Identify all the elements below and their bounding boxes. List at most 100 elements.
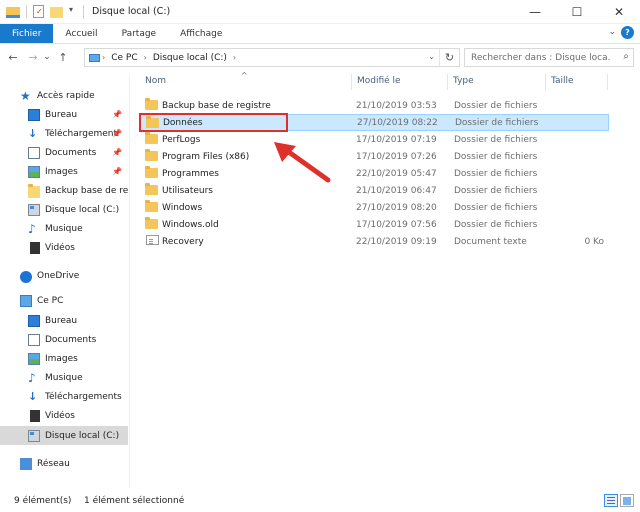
list-item[interactable]: Recovery 22/10/2019 09:19 Document texte… [139, 233, 609, 250]
search-input[interactable] [471, 52, 611, 63]
music-icon: ♪ [28, 370, 36, 385]
sidebar-item-pc-disque-local[interactable]: Disque local (C:) [0, 426, 128, 445]
column-header-name[interactable]: Nom [139, 76, 166, 90]
window-title: Disque local (C:) [92, 6, 171, 17]
list-item[interactable]: PerfLogs 17/10/2019 07:19 Dossier de fic… [139, 131, 609, 148]
list-item[interactable]: Program Files (x86) 17/10/2019 07:26 Dos… [139, 148, 609, 165]
back-button[interactable]: ← [4, 48, 22, 66]
sidebar-item-disque-local[interactable]: Disque local (C:) [0, 200, 128, 219]
sidebar-item-pc-videos[interactable]: Vidéos [0, 406, 128, 425]
folder-icon [145, 183, 158, 195]
minimize-button[interactable]: — [514, 0, 556, 24]
file-size: 0 Ko [584, 236, 604, 247]
sidebar-item-pc-musique[interactable]: ♪ Musique [0, 368, 128, 387]
sidebar-item-pc-telechargements[interactable]: ↓ Téléchargements [0, 387, 128, 406]
sidebar-item-label: Bureau [45, 315, 78, 326]
maximize-button[interactable]: ☐ [556, 0, 598, 24]
file-type: Dossier de fichiers [455, 117, 539, 128]
drive-icon [28, 429, 40, 442]
sidebar-item-backup[interactable]: Backup base de reg [0, 181, 128, 200]
pin-icon[interactable]: 📌 [112, 167, 122, 176]
column-header-size[interactable]: Taille [545, 76, 574, 90]
sidebar-item-quick-access[interactable]: ★ Accès rapide [0, 86, 128, 105]
details-view-icon [607, 497, 615, 504]
sidebar-item-musique[interactable]: ♪ Musique [0, 219, 128, 238]
annotation-highlight-box [139, 113, 288, 132]
sidebar-item-label: Accès rapide [37, 90, 95, 101]
file-date: 21/10/2019 03:53 [356, 100, 437, 111]
divider [26, 4, 27, 19]
sidebar-item-onedrive[interactable]: OneDrive [0, 266, 128, 285]
file-list: ^ Nom Modifié le Type Taille Backup base… [131, 70, 640, 488]
sidebar-item-reseau[interactable]: Réseau [0, 454, 128, 473]
sidebar-item-label: Disque local (C:) [45, 430, 120, 441]
file-date: 21/10/2019 06:47 [356, 185, 437, 196]
sidebar-item-pc-documents[interactable]: Documents [0, 330, 128, 349]
forward-button[interactable]: → [24, 48, 42, 66]
sidebar-item-documents[interactable]: Documents 📌 [0, 143, 128, 162]
chevron-right-icon[interactable]: › [102, 53, 105, 62]
customize-dropdown-icon[interactable]: ▾ [69, 5, 77, 19]
tab-accueil[interactable]: Accueil [53, 24, 109, 43]
column-header-date[interactable]: Modifié le [351, 76, 401, 90]
desktop-icon [28, 108, 40, 121]
file-date: 17/10/2019 07:19 [356, 134, 437, 145]
large-icons-view-button[interactable] [620, 494, 634, 507]
column-header-type[interactable]: Type [447, 76, 474, 90]
sidebar-item-label: Bureau [45, 109, 78, 120]
tab-partage[interactable]: Partage [110, 24, 169, 43]
pictures-icon [28, 165, 40, 178]
tab-fichier[interactable]: Fichier [0, 24, 54, 43]
sidebar-item-label: Backup base de reg [45, 185, 128, 196]
recent-locations-button[interactable]: ⌄ [42, 48, 52, 66]
sidebar-item-ce-pc[interactable]: Ce PC [0, 291, 128, 310]
list-item[interactable]: Utilisateurs 21/10/2019 06:47 Dossier de… [139, 182, 609, 199]
file-name: PerfLogs [162, 134, 201, 145]
list-item[interactable]: Programmes 22/10/2019 05:47 Dossier de f… [139, 165, 609, 182]
sidebar-item-label: OneDrive [37, 270, 80, 281]
download-icon: ↓ [28, 389, 38, 403]
sidebar-item-label: Réseau [37, 458, 70, 469]
file-name: Backup base de registre [162, 100, 271, 111]
search-box[interactable]: ⌕ [464, 48, 634, 67]
sidebar-item-label: Téléchargements [45, 391, 122, 402]
refresh-icon[interactable]: ↻ [439, 49, 459, 66]
explorer-icon[interactable] [6, 7, 20, 18]
tab-affichage[interactable]: Affichage [168, 24, 234, 43]
new-folder-icon[interactable] [50, 7, 63, 18]
up-button[interactable]: ↑ [54, 48, 72, 66]
sidebar-item-bureau[interactable]: Bureau 📌 [0, 105, 128, 124]
sidebar-item-pc-images[interactable]: Images [0, 349, 128, 368]
address-dropdown-icon[interactable]: ⌄ [428, 52, 435, 61]
details-view-button[interactable] [604, 494, 618, 507]
column-divider[interactable] [607, 74, 608, 90]
help-icon[interactable]: ? [621, 26, 634, 39]
breadcrumb-disque-local[interactable]: Disque local (C:) [153, 53, 227, 63]
file-type: Dossier de fichiers [454, 185, 538, 196]
expand-ribbon-icon[interactable]: ⌄ [608, 27, 616, 37]
navigation-bar: ← → ⌄ ↑ › Ce PC › Disque local (C:) › ⌄ … [0, 44, 640, 70]
close-button[interactable]: ✕ [598, 0, 640, 24]
folder-icon [145, 200, 158, 212]
file-type: Dossier de fichiers [454, 168, 538, 179]
file-date: 22/10/2019 05:47 [356, 168, 437, 179]
sidebar-item-images[interactable]: Images 📌 [0, 162, 128, 181]
list-item[interactable]: Windows.old 17/10/2019 07:56 Dossier de … [139, 216, 609, 233]
pin-icon[interactable]: 📌 [112, 148, 122, 157]
sidebar-item-telechargements[interactable]: ↓ Téléchargements 📌 [0, 124, 128, 143]
status-bar: 9 élément(s) 1 élément sélectionné [0, 490, 640, 512]
chevron-right-icon[interactable]: › [233, 53, 236, 62]
address-bar[interactable]: › Ce PC › Disque local (C:) › ⌄ ↻ [84, 48, 460, 67]
pin-icon[interactable]: 📌 [112, 110, 122, 119]
list-item[interactable]: Windows 27/10/2019 08:20 Dossier de fich… [139, 199, 609, 216]
sidebar-item-pc-bureau[interactable]: Bureau [0, 311, 128, 330]
file-name: Windows [162, 202, 203, 213]
pin-icon[interactable]: 📌 [112, 129, 122, 138]
sidebar-item-videos[interactable]: Vidéos [0, 238, 128, 257]
breadcrumb-ce-pc[interactable]: Ce PC [111, 53, 137, 63]
text-file-icon [146, 235, 159, 245]
chevron-right-icon[interactable]: › [144, 53, 147, 62]
search-icon[interactable]: ⌕ [623, 51, 629, 62]
properties-icon[interactable]: ✓ [33, 5, 44, 18]
list-item[interactable]: Backup base de registre 21/10/2019 03:53… [139, 97, 609, 114]
